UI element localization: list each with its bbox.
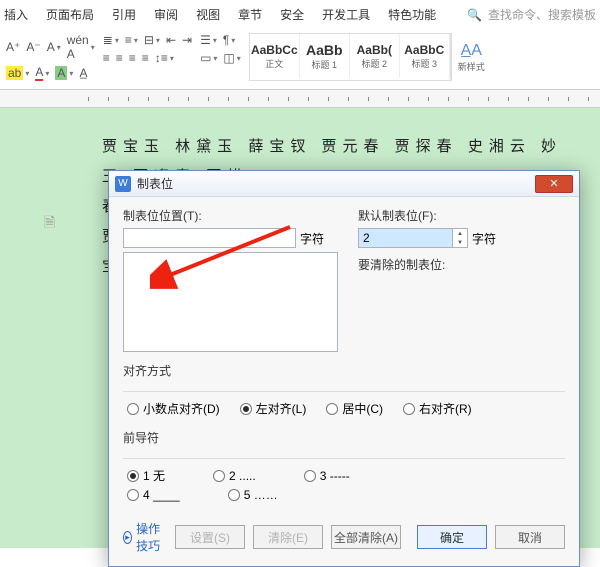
tips-icon: ▸ bbox=[123, 531, 132, 544]
leader-dots-radio[interactable]: 2 ..... bbox=[213, 467, 256, 484]
shading-icon[interactable]: A▾ bbox=[55, 66, 73, 80]
cancel-button[interactable]: 取消 bbox=[495, 525, 565, 549]
leader-ellipsis-radio[interactable]: 5 …… bbox=[228, 488, 278, 502]
search-hint: 查找命令、搜索模板 bbox=[488, 6, 596, 23]
spin-down-icon[interactable]: ▼ bbox=[453, 238, 467, 247]
unit-label: 字符 bbox=[300, 228, 338, 247]
clear-all-button[interactable]: 全部清除(A) bbox=[331, 525, 401, 549]
ribbon-tabs: 插入 页面布局 引用 审阅 视图 章节 安全 开发工具 特色功能 🔍 查找命令、… bbox=[0, 0, 600, 29]
line-spacing-icon[interactable]: ↕≡▾ bbox=[155, 51, 174, 65]
numbering-icon[interactable]: ≡▾ bbox=[125, 33, 138, 47]
symbol-icon[interactable]: ¶▾ bbox=[223, 33, 235, 47]
bullets-icon[interactable]: ≣▾ bbox=[103, 33, 119, 47]
tab-devtools[interactable]: 开发工具 bbox=[322, 6, 370, 23]
font-increase-icon[interactable]: A⁺ bbox=[6, 40, 20, 54]
ribbon-toolbar: A⁺ A⁻ A▾ wénA▾ ab▾ A▾ A▾ A̲ ≣▾ ≡▾ ⊟▾ ⇤ ⇥… bbox=[0, 29, 600, 90]
set-button[interactable]: 设置(S) bbox=[175, 525, 245, 549]
default-tab-value: 2 bbox=[359, 229, 452, 247]
app-logo-icon: W bbox=[115, 176, 131, 192]
style-h3[interactable]: AaBbC 标题 3 bbox=[400, 34, 450, 78]
style-gallery[interactable]: AaBbCc 正文 AaBb 标题 1 AaBb( 标题 2 AaBbC 标题 … bbox=[249, 33, 451, 81]
page-indicator-icon: 🗎 bbox=[44, 212, 55, 236]
tab-security[interactable]: 安全 bbox=[280, 6, 304, 23]
tab-position-input[interactable] bbox=[123, 228, 296, 248]
border-icon[interactable]: ▭▾ bbox=[200, 51, 217, 65]
tab-view[interactable]: 视图 bbox=[196, 6, 220, 23]
new-style-icon: A̲A bbox=[461, 42, 482, 60]
tab-insert[interactable]: 插入 bbox=[4, 6, 28, 23]
tab-references[interactable]: 引用 bbox=[112, 6, 136, 23]
tab-layout[interactable]: 页面布局 bbox=[46, 6, 94, 23]
indent-inc-icon[interactable]: ⇥ bbox=[182, 33, 192, 47]
align-right-radio[interactable]: 右对齐(R) bbox=[403, 400, 472, 417]
indent-dec-icon[interactable]: ⇤ bbox=[166, 33, 176, 47]
font-case-icon[interactable]: A▾ bbox=[47, 40, 61, 54]
spin-up-icon[interactable]: ▲ bbox=[453, 229, 467, 238]
ribbon-search[interactable]: 🔍 查找命令、搜索模板 bbox=[467, 6, 596, 23]
tab-position-label: 制表位位置(T): bbox=[123, 207, 338, 224]
font-decrease-icon[interactable]: A⁻ bbox=[26, 40, 40, 54]
leader-dash-radio[interactable]: 3 ----- bbox=[304, 467, 350, 484]
align-left-radio[interactable]: 左对齐(L) bbox=[240, 400, 307, 417]
dialog-title: 制表位 bbox=[137, 175, 173, 192]
ruler[interactable] bbox=[0, 90, 600, 108]
align-center-radio[interactable]: 居中(C) bbox=[326, 400, 383, 417]
tips-link[interactable]: ▸ 操作技巧 bbox=[123, 520, 167, 554]
phonetic-icon[interactable]: wénA▾ bbox=[67, 33, 95, 61]
style-h1[interactable]: AaBb 标题 1 bbox=[300, 34, 350, 78]
multilevel-icon[interactable]: ⊟▾ bbox=[144, 33, 160, 47]
close-button[interactable]: ✕ bbox=[535, 175, 573, 193]
align-center-icon[interactable]: ≡ bbox=[116, 51, 123, 65]
tab-review[interactable]: 审阅 bbox=[154, 6, 178, 23]
style-h2[interactable]: AaBb( 标题 2 bbox=[350, 34, 400, 78]
align-decimal-radio[interactable]: 小数点对齐(D) bbox=[127, 400, 220, 417]
fill-icon[interactable]: ◫▾ bbox=[223, 51, 240, 65]
leader-none-radio[interactable]: 1 无 bbox=[127, 467, 165, 484]
tab-special[interactable]: 特色功能 bbox=[388, 6, 436, 23]
search-icon: 🔍 bbox=[467, 8, 482, 22]
highlight-icon[interactable]: ab▾ bbox=[6, 66, 29, 80]
unit-label: 字符 bbox=[472, 228, 510, 247]
align-right-icon[interactable]: ≡ bbox=[129, 51, 136, 65]
font-color-icon[interactable]: A▾ bbox=[35, 65, 49, 81]
tab-position-list[interactable] bbox=[123, 252, 338, 352]
tab-chapter[interactable]: 章节 bbox=[238, 6, 262, 23]
style-normal[interactable]: AaBbCc 正文 bbox=[250, 34, 300, 78]
default-tab-spinner[interactable]: 2 ▲▼ bbox=[358, 228, 468, 248]
dialog-titlebar[interactable]: W 制表位 ✕ bbox=[109, 171, 579, 197]
clear-button[interactable]: 清除(E) bbox=[253, 525, 323, 549]
clear-tabs-label: 要清除的制表位: bbox=[358, 256, 565, 273]
tabstop-dialog: W 制表位 ✕ 制表位位置(T): 字符 默认制表位(F): 2 ▲▼ bbox=[108, 170, 580, 567]
leader-underscore-radio[interactable]: 4 ____ bbox=[127, 488, 180, 502]
default-tab-label: 默认制表位(F): bbox=[358, 207, 565, 224]
close-icon: ✕ bbox=[549, 177, 558, 190]
align-left-icon[interactable]: ≡ bbox=[103, 51, 110, 65]
ok-button[interactable]: 确定 bbox=[417, 525, 487, 549]
new-style-button[interactable]: A̲A 新样式 bbox=[451, 33, 491, 81]
alignment-group-label: 对齐方式 bbox=[123, 362, 565, 379]
char-border-icon[interactable]: A̲ bbox=[79, 66, 87, 80]
leader-group-label: 前导符 bbox=[123, 429, 565, 446]
align-justify-icon[interactable]: ≡ bbox=[142, 51, 149, 65]
text-direction-icon[interactable]: ☰▾ bbox=[200, 33, 217, 47]
